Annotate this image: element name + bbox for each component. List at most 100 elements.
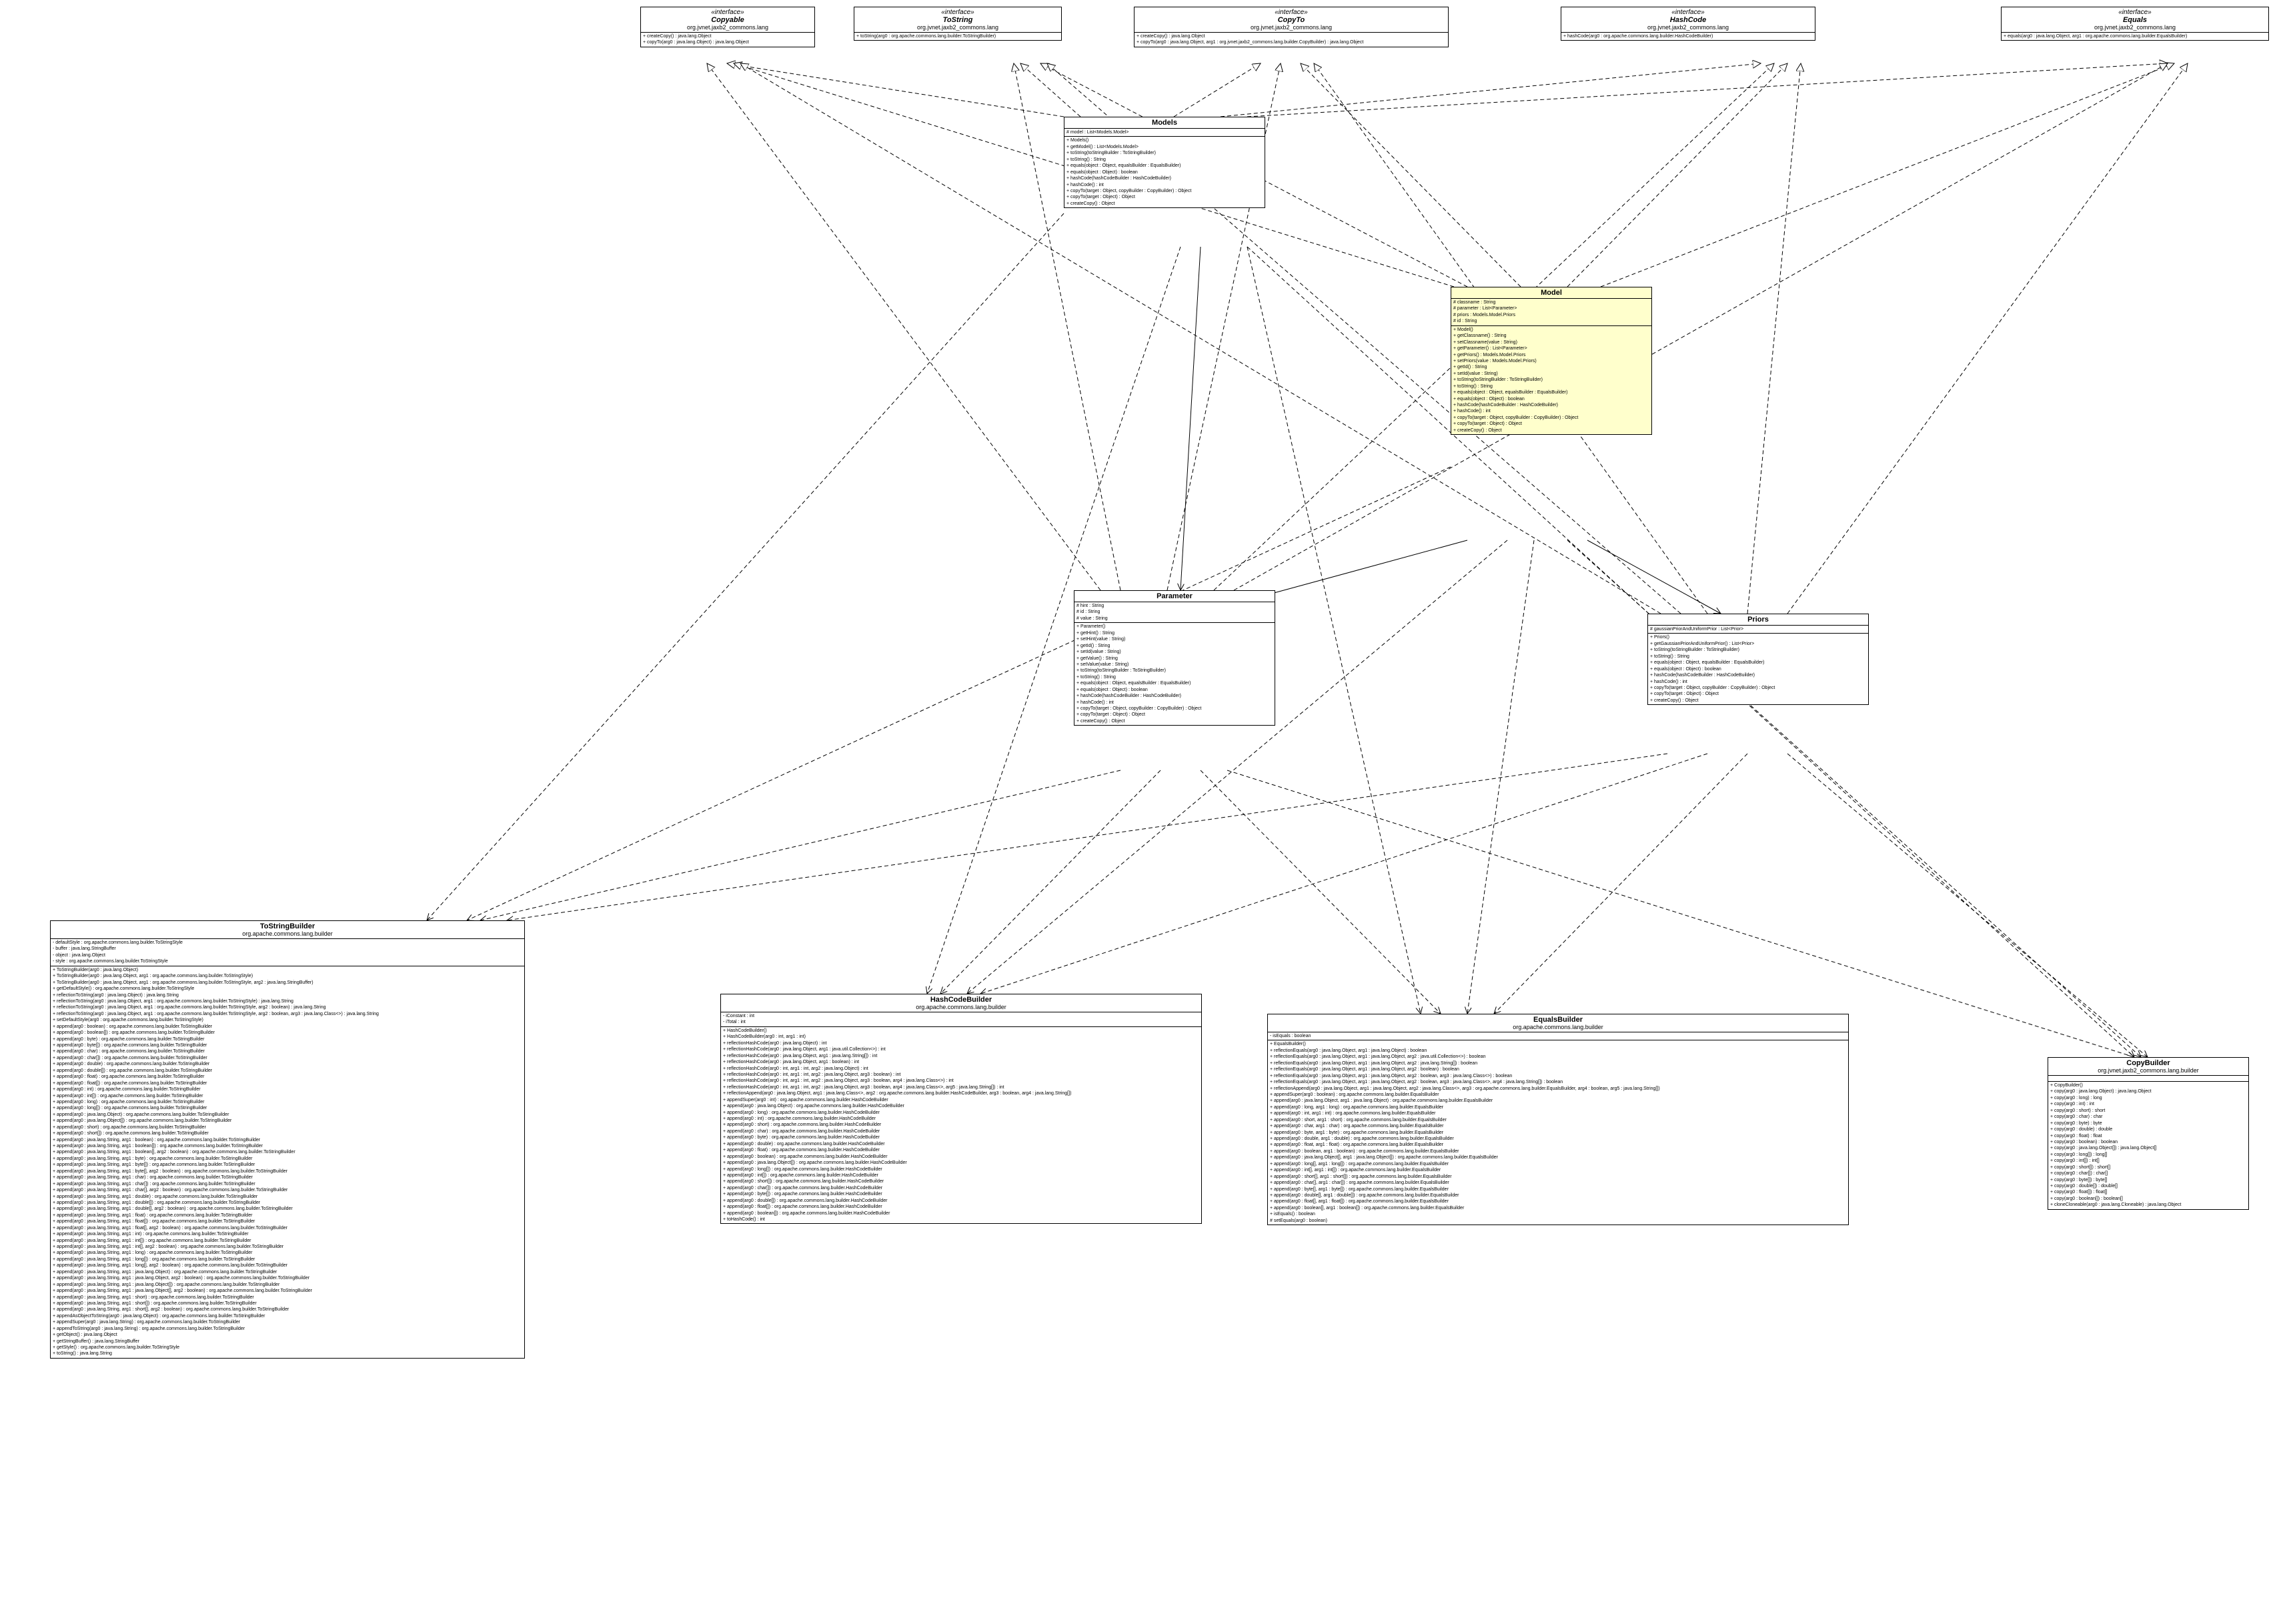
member-row: + Model()	[1453, 327, 1649, 333]
member-row: + Models()	[1066, 137, 1263, 143]
member-row: + append(arg0 : char[]) : org.apache.com…	[723, 1185, 1199, 1191]
member-row: + copy(arg0 : int[]) : int[]	[2050, 1158, 2246, 1164]
member-row: + reflectionToString(arg0 : java.lang.Ob…	[53, 998, 522, 1004]
member-row: + copyTo(target : Object) : Object	[1650, 691, 1866, 697]
class-copybuilder: CopyBuilderorg.jvnet.jaxb2_commons.lang.…	[2048, 1057, 2249, 1210]
member-row: + appendToString(arg0 : java.lang.String…	[53, 1326, 522, 1332]
member-row: + append(arg0 : long, arg1 : long) : org…	[1270, 1104, 1846, 1110]
member-row: + reflectionToString(arg0 : java.lang.Ob…	[53, 992, 522, 998]
member-row: + copy(arg0 : short) : short	[2050, 1108, 2246, 1114]
member-row: + append(arg0 : java.lang.String, arg1 :…	[53, 1301, 522, 1307]
member-row: + toString() : String	[1650, 654, 1866, 660]
member-row: - style : org.apache.commons.lang.builde…	[53, 958, 522, 964]
member-row: - buffer : java.lang.StringBuffer	[53, 946, 522, 952]
member-row: + append(arg0 : float) : org.apache.comm…	[723, 1147, 1199, 1153]
member-row: + getValue() : String	[1076, 656, 1273, 662]
member-row: + copyTo(target : Object, copyBuilder : …	[1066, 188, 1263, 194]
member-row: - object : java.lang.Object	[53, 952, 522, 958]
member-row: + reflectionToString(arg0 : java.lang.Ob…	[53, 1004, 522, 1010]
member-row: + reflectionHashCode(arg0 : int, arg1 : …	[723, 1084, 1199, 1090]
member-row: + append(arg0 : short, arg1 : short) : o…	[1270, 1117, 1846, 1123]
member-row: + append(arg0 : int[]) : org.apache.comm…	[723, 1172, 1199, 1178]
member-row: + copy(arg0 : byte) : byte	[2050, 1120, 2246, 1126]
member-row: + HashCodeBuilder()	[723, 1028, 1199, 1034]
member-row: + equals(arg0 : java.lang.Object, arg1 :…	[2004, 33, 2266, 39]
member-row: + append(arg0 : java.lang.Object[]) : or…	[53, 1118, 522, 1124]
member-row: + append(arg0 : java.lang.String, arg1 :…	[53, 1194, 522, 1200]
member-row: + getPriors() : Models.Model.Priors	[1453, 352, 1649, 358]
member-row: + getStringBuffer() : java.lang.StringBu…	[53, 1339, 522, 1345]
member-row: + append(arg0 : java.lang.String, arg1 :…	[53, 1212, 522, 1219]
member-row: + append(arg0 : char) : org.apache.commo…	[723, 1128, 1199, 1134]
member-row: + append(arg0 : byte, arg1 : byte) : org…	[1270, 1130, 1846, 1136]
member-row: + setId(value : String)	[1453, 371, 1649, 377]
member-row: + copy(arg0 : boolean[]) : boolean[]	[2050, 1196, 2246, 1202]
member-row: + ToStringBuilder(arg0 : java.lang.Objec…	[53, 973, 522, 979]
member-row: + append(arg0 : boolean[]) : org.apache.…	[723, 1210, 1199, 1216]
member-row: + copy(arg0 : short[]) : short[]	[2050, 1164, 2246, 1170]
member-row: + equals(object : Object, equalsBuilder …	[1066, 163, 1263, 169]
class-model: Model # classname : String# parameter : …	[1451, 287, 1652, 435]
member-row: + append(arg0 : java.lang.String, arg1 :…	[53, 1238, 522, 1244]
member-row: + append(arg0 : java.lang.String, arg1 :…	[53, 1231, 522, 1237]
member-row: # parameter : List<Parameter>	[1453, 305, 1649, 311]
member-row: + copy(arg0 : char) : char	[2050, 1114, 2246, 1120]
member-row: + isEquals() : boolean	[1270, 1211, 1846, 1217]
member-row: + appendSuper(arg0 : java.lang.String) :…	[53, 1319, 522, 1325]
member-row: + copy(arg0 : int) : int	[2050, 1101, 2246, 1107]
member-row: # gaussianPriorAndUniformPrior : List<Pr…	[1650, 626, 1866, 632]
member-row: + append(arg0 : java.lang.String, arg1 :…	[53, 1181, 522, 1187]
member-row: + append(arg0 : java.lang.String, arg1 :…	[53, 1168, 522, 1174]
member-row: + hashCode() : int	[1076, 700, 1273, 706]
member-row: + append(arg0 : int[], arg1 : int[]) : o…	[1270, 1167, 1846, 1173]
member-row: + hashCode(hashCodeBuilder : HashCodeBui…	[1066, 175, 1263, 181]
member-row: + append(arg0 : java.lang.String, arg1 :…	[53, 1187, 522, 1193]
class-copyto: «interface»CopyToorg.jvnet.jaxb2_commons…	[1134, 7, 1449, 47]
member-row: + append(arg0 : java.lang.String, arg1 :…	[53, 1250, 522, 1256]
class-hashcodebuilder: HashCodeBuilderorg.apache.commons.lang.b…	[720, 994, 1202, 1224]
member-row: + append(arg0 : java.lang.String, arg1 :…	[53, 1282, 522, 1288]
member-row: + reflectionHashCode(arg0 : int, arg1 : …	[723, 1078, 1199, 1084]
member-row: + toString(toStringBuilder : ToStringBui…	[1066, 150, 1263, 156]
member-row: - iConstant : int	[723, 1013, 1199, 1019]
member-row: + copyTo(arg0 : java.lang.Object, arg1 :…	[1136, 39, 1446, 45]
member-row: + hashCode() : int	[1066, 182, 1263, 188]
member-row: + append(arg0 : char, arg1 : char) : org…	[1270, 1123, 1846, 1129]
member-row: + append(arg0 : boolean) : org.apache.co…	[53, 1024, 522, 1030]
member-row: + copy(arg0 : boolean) : boolean	[2050, 1139, 2246, 1145]
member-row: + append(arg0 : double[]) : org.apache.c…	[723, 1198, 1199, 1204]
member-row: + append(arg0 : java.lang.String, arg1 :…	[53, 1269, 522, 1275]
member-row: + getObject() : java.lang.Object	[53, 1332, 522, 1338]
member-row: + append(arg0 : java.lang.Object[]) : or…	[723, 1160, 1199, 1166]
member-row: # value : String	[1076, 616, 1273, 622]
member-row: + equals(object : Object, equalsBuilder …	[1650, 660, 1866, 666]
member-row: + Parameter()	[1076, 624, 1273, 630]
member-row: + append(arg0 : float[]) : org.apache.co…	[53, 1080, 522, 1086]
member-row: # hint : String	[1076, 603, 1273, 609]
class-copyable: «interface»Copyableorg.jvnet.jaxb2_commo…	[640, 7, 815, 47]
member-row: + reflectionAppend(arg0 : java.lang.Obje…	[1270, 1086, 1846, 1092]
class-parameter: Parameter # hint : String# id : String# …	[1074, 590, 1275, 726]
member-row: + ToStringBuilder(arg0 : java.lang.Objec…	[53, 980, 522, 986]
member-row: + toString(toStringBuilder : ToStringBui…	[1650, 647, 1866, 653]
member-row: + equals(object : Object, equalsBuilder …	[1076, 680, 1273, 686]
member-row: + append(arg0 : java.lang.String, arg1 :…	[53, 1206, 522, 1212]
member-row: + setValue(value : String)	[1076, 662, 1273, 668]
member-row: + copy(arg0 : long) : long	[2050, 1095, 2246, 1101]
member-row: + copy(arg0 : long[]) : long[]	[2050, 1152, 2246, 1158]
member-row: + copyTo(target : Object) : Object	[1076, 712, 1273, 718]
member-row: + copy(arg0 : java.lang.Object[]) : java…	[2050, 1145, 2246, 1151]
member-row: + append(arg0 : long[]) : org.apache.com…	[53, 1105, 522, 1111]
member-row: + append(arg0 : double[]) : org.apache.c…	[53, 1068, 522, 1074]
member-row: + append(arg0 : java.lang.String, arg1 :…	[53, 1200, 522, 1206]
member-row: + reflectionEquals(arg0 : java.lang.Obje…	[1270, 1060, 1846, 1066]
member-row: + hashCode(arg0 : org.apache.commons.lan…	[1563, 33, 1813, 39]
member-row: + append(arg0 : short[]) : org.apache.co…	[723, 1178, 1199, 1184]
member-row: # classname : String	[1453, 299, 1649, 305]
member-row: # id : String	[1076, 609, 1273, 615]
member-row: + reflectionToString(arg0 : java.lang.Ob…	[53, 1011, 522, 1017]
member-row: + append(arg0 : java.lang.String, arg1 :…	[53, 1307, 522, 1313]
member-row: + append(arg0 : java.lang.String, arg1 :…	[53, 1244, 522, 1250]
member-row: + append(arg0 : java.lang.String, arg1 :…	[53, 1162, 522, 1168]
member-row: - iTotal : int	[723, 1019, 1199, 1025]
